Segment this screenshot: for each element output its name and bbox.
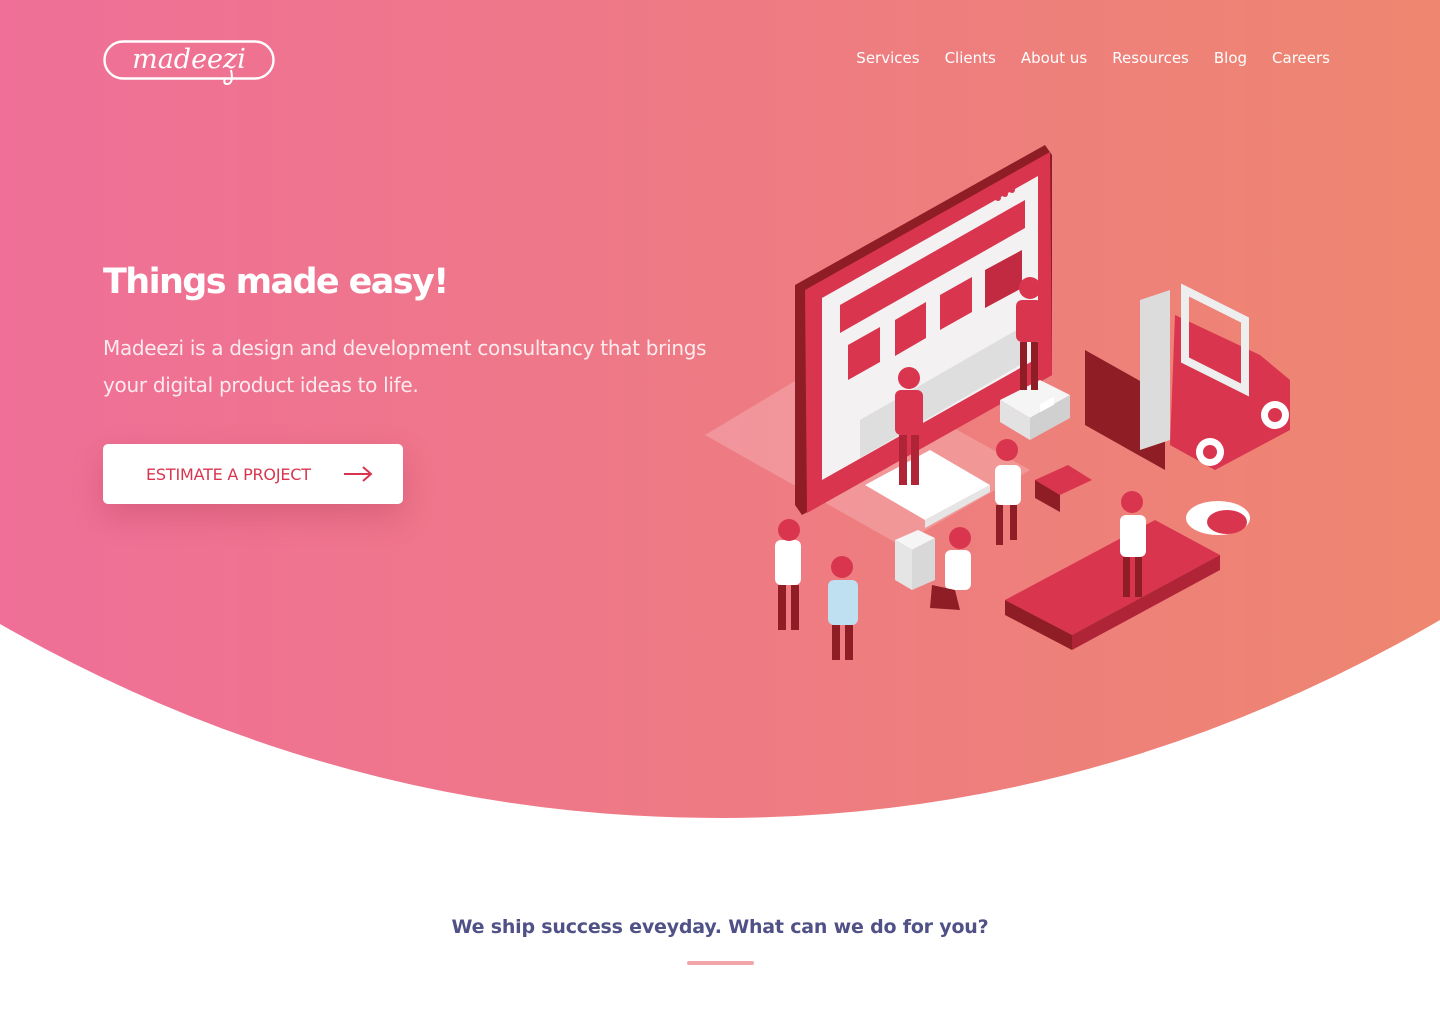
person-figure-7 (930, 527, 971, 610)
nav-item-blog[interactable]: Blog (1214, 49, 1247, 67)
hero-illustration (705, 145, 1290, 660)
person-figure-5 (775, 519, 801, 630)
nav-item-services[interactable]: Services (856, 49, 919, 67)
hero-subtext: Madeezi is a design and development cons… (103, 336, 707, 397)
estimate-project-button[interactable]: ESTIMATE A PROJECT (103, 444, 403, 504)
nav-item-clients[interactable]: Clients (945, 49, 996, 67)
nav-item-about-us[interactable]: About us (1021, 49, 1087, 67)
person-figure-3 (995, 439, 1021, 545)
madeezi-logo[interactable]: madeezi (103, 40, 275, 86)
nav-item-careers[interactable]: Careers (1272, 49, 1330, 67)
estimate-project-label: ESTIMATE A PROJECT (146, 464, 311, 484)
tagline-divider (687, 961, 754, 965)
section-tagline: We ship success eveyday. What can we do … (451, 916, 989, 938)
hero-headline: Things made easy! (103, 262, 449, 302)
main-nav: Services Clients About us Resources Blog… (831, 49, 1330, 67)
logo-text: madeezi (132, 44, 246, 75)
person-figure-6 (828, 556, 858, 660)
nav-item-resources[interactable]: Resources (1112, 49, 1189, 67)
arrow-right-icon (344, 466, 373, 482)
forklift-graphic (1085, 283, 1290, 470)
keyboard-graphic (1005, 520, 1220, 650)
